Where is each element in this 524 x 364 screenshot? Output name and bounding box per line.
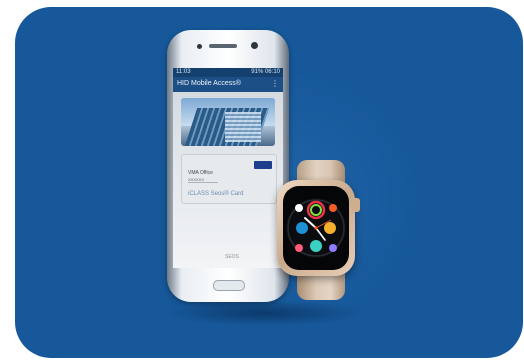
smartwatch-screen	[283, 186, 349, 270]
seos-logo: SEOS	[225, 254, 239, 260]
image-card: 11:03 91% 06:10 HID Mobile Access® ⋮ VMA…	[0, 0, 524, 364]
phone-camera	[251, 42, 258, 49]
weather-icon	[296, 222, 308, 234]
device-shadow	[165, 300, 365, 326]
watch-face-graphic	[286, 198, 346, 258]
phone-speaker	[209, 44, 237, 48]
heart-icon	[295, 244, 303, 252]
phone-screen: 11:03 91% 06:10 HID Mobile Access® ⋮ VMA…	[173, 68, 283, 268]
music-icon	[329, 244, 337, 252]
credential-type: iCLASS Seos® Card	[188, 191, 244, 197]
center-pin	[314, 226, 318, 230]
credential-name: VMA Office	[188, 170, 213, 176]
building-photo-card	[181, 98, 275, 146]
phone-sensor	[197, 44, 202, 49]
credential-card[interactable]: VMA Office XXXXXX iCLASS Seos® Card	[181, 154, 277, 204]
status-bar: 11:03 91% 06:10	[173, 68, 283, 77]
credential-id: XXXXXX	[188, 177, 218, 183]
hid-logo	[254, 161, 272, 169]
sun-icon	[324, 222, 336, 234]
status-time: 11:03	[176, 69, 191, 75]
overflow-menu-icon[interactable]: ⋮	[271, 79, 279, 88]
digital-crown	[352, 198, 360, 212]
home-button[interactable]	[213, 280, 245, 291]
timer-icon	[295, 204, 303, 212]
building-glass	[225, 112, 261, 142]
breathe-icon	[310, 240, 322, 252]
app-title: HID Mobile Access®	[177, 80, 241, 87]
workout-icon	[329, 204, 337, 212]
smartphone: 11:03 91% 06:10 HID Mobile Access® ⋮ VMA…	[167, 30, 289, 302]
status-icons: 91% 06:10	[251, 69, 280, 75]
app-bar: HID Mobile Access® ⋮	[173, 77, 283, 92]
